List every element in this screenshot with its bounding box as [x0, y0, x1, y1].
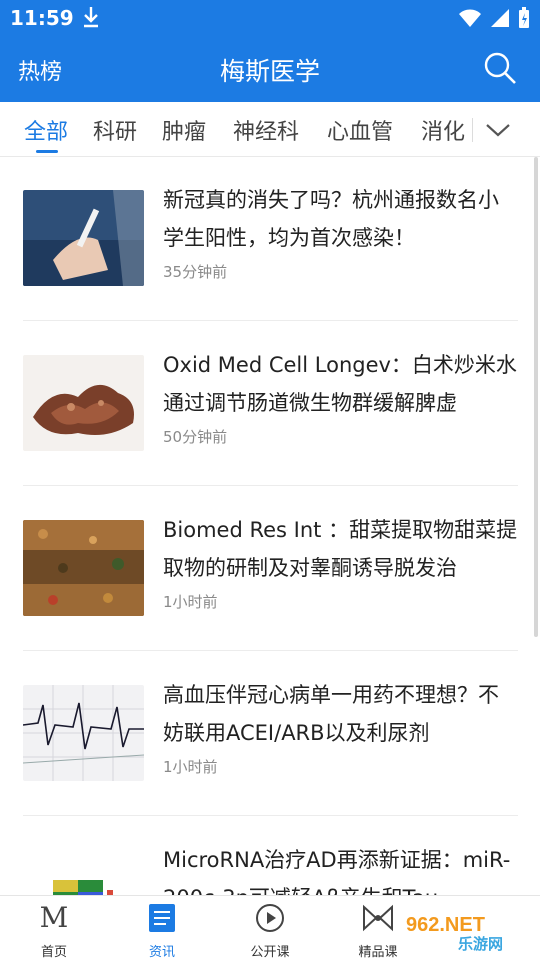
nav-open-courses-label: 公开课	[250, 945, 290, 960]
article-title: 高血压伴冠心病单一用药不理想？不妨联用ACEI/ARB以及利尿剂	[163, 683, 499, 745]
chevron-down-icon[interactable]	[485, 118, 511, 142]
list-item[interactable]: 高血压伴冠心病单一用药不理想？不妨联用ACEI/ARB以及利尿剂 1小时前	[0, 652, 540, 816]
article-time: 1小时前	[163, 593, 218, 611]
divider	[23, 815, 518, 816]
search-icon[interactable]	[482, 50, 518, 86]
app-bar: 热榜 梅斯医学	[0, 36, 540, 102]
article-title: 新冠真的消失了吗？杭州通报数名小学生阳性，均为首次感染！	[163, 188, 499, 250]
article-thumbnail	[23, 190, 144, 286]
article-title: Biomed Res Int ：甜菜提取物甜菜提取物的研制及对睾酮诱导脱发治	[163, 518, 518, 580]
wifi-icon	[458, 8, 482, 32]
nav-open-courses[interactable]: 公开课	[216, 896, 324, 961]
article-time: 35分钟前	[163, 263, 228, 281]
article-thumbnail	[23, 355, 144, 451]
watermark-top: 962.NET	[406, 914, 485, 936]
list-item[interactable]: Biomed Res Int ：甜菜提取物甜菜提取物的研制及对睾酮诱导脱发治 1…	[0, 487, 540, 651]
home-logo-icon: M	[39, 901, 69, 934]
status-bar: 11:59	[0, 0, 540, 36]
article-thumbnail	[23, 850, 144, 895]
app-title: 梅斯医学	[219, 57, 320, 86]
tabs-divider	[472, 118, 473, 142]
list-item[interactable]: MicroRNA治疗AD再添新证据：miR-200c-3p可减轻Aβ产生和Tau	[0, 817, 540, 895]
news-icon	[146, 903, 178, 933]
divider	[23, 320, 518, 321]
active-tab-indicator	[36, 150, 58, 153]
tab-cardiovascular[interactable]: 心血管	[327, 114, 393, 146]
nav-home-label: 首页	[40, 945, 67, 960]
article-thumbnail	[23, 520, 144, 616]
nav-news[interactable]: 资讯	[108, 896, 216, 961]
article-title: Oxid Med Cell Longev：白术炒米水通过调节肠道微生物群缓解脾虚	[163, 353, 517, 415]
tab-all[interactable]: 全部	[24, 114, 68, 146]
status-time: 11:59	[10, 6, 74, 30]
list-item[interactable]: 新冠真的消失了吗？杭州通报数名小学生阳性，均为首次感染！ 35分钟前	[0, 157, 540, 321]
bowtie-icon	[362, 903, 394, 933]
article-thumbnail	[23, 685, 144, 781]
tab-neurology[interactable]: 神经科	[233, 114, 299, 146]
tab-digestive[interactable]: 消化	[421, 114, 465, 146]
tab-oncology[interactable]: 肿瘤	[162, 114, 206, 146]
site-watermark: 962.NET 乐游网	[398, 905, 536, 955]
play-circle-icon	[254, 903, 286, 933]
divider	[23, 650, 518, 651]
watermark-bottom: 乐游网	[458, 935, 503, 953]
list-item[interactable]: Oxid Med Cell Longev：白术炒米水通过调节肠道微生物群缓解脾虚…	[0, 322, 540, 486]
battery-icon	[518, 7, 530, 33]
news-feed[interactable]: 新冠真的消失了吗？杭州通报数名小学生阳性，均为首次感染！ 35分钟前 Oxid …	[0, 157, 540, 895]
article-time: 1小时前	[163, 758, 218, 776]
nav-home[interactable]: M 首页	[0, 896, 108, 961]
article-time: 50分钟前	[163, 428, 228, 446]
tab-research[interactable]: 科研	[93, 114, 137, 146]
category-tabs: 全部 科研 肿瘤 神经科 心血管 消化	[0, 102, 540, 157]
scrollbar[interactable]	[534, 157, 538, 637]
download-icon	[82, 6, 100, 32]
article-title: MicroRNA治疗AD再添新证据：miR-200c-3p可减轻Aβ产生和Tau	[163, 848, 511, 895]
divider	[23, 485, 518, 486]
nav-news-label: 资讯	[148, 945, 175, 960]
signal-icon	[490, 8, 510, 32]
